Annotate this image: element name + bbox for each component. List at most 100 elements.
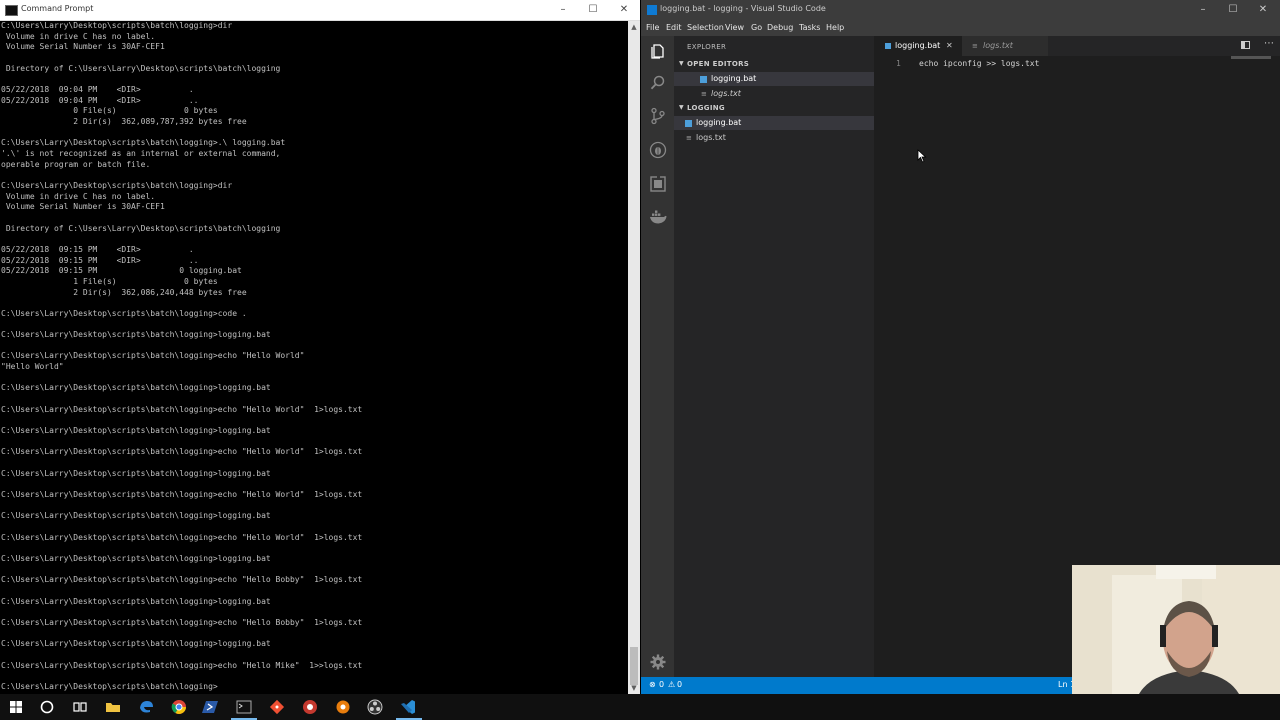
more-actions-icon[interactable]: ⋯	[1264, 38, 1274, 49]
file-explorer-icon[interactable]	[104, 698, 122, 716]
folder-file-item[interactable]: ≡ logs.txt	[674, 131, 874, 145]
open-editor-item[interactable]: logging.bat	[674, 72, 874, 86]
minimap[interactable]	[1231, 56, 1271, 59]
vscode-title-bar[interactable]: logging.bat - logging - Visual Studio Co…	[641, 0, 1280, 20]
scroll-down-arrow-icon[interactable]: ▼	[628, 682, 640, 694]
console-line: 2 Dir(s) 362,089,787,392 bytes free	[1, 116, 247, 126]
cmd-title-bar[interactable]: Command Prompt – ☐ ✕	[0, 0, 640, 21]
console-line: C:\Users\Larry\Desktop\scripts\batch\log…	[1, 138, 286, 148]
console-line: 05/22/2018 09:04 PM <DIR> .	[1, 84, 194, 94]
console-line: Directory of C:\Users\Larry\Desktop\scri…	[1, 63, 281, 73]
folder-title: LOGGING	[687, 104, 725, 112]
open-editor-item[interactable]: ≡ logs.txt	[674, 87, 874, 101]
console-line: Volume Serial Number is 30AF-CEF1	[1, 202, 165, 212]
maximize-button[interactable]: ☐	[580, 2, 606, 18]
folder-section-header[interactable]: ▼ LOGGING	[674, 101, 874, 115]
menu-view[interactable]: View	[725, 23, 744, 32]
mouse-cursor-icon	[917, 149, 927, 163]
windows-start-icon[interactable]	[7, 698, 25, 716]
menu-selection[interactable]: Selection	[687, 23, 724, 32]
extensions-icon[interactable]	[649, 175, 667, 193]
menu-go[interactable]: Go	[751, 23, 762, 32]
vscode-close-button[interactable]: ✕	[1250, 2, 1276, 18]
console-line: 1 File(s) 0 bytes	[1, 276, 218, 286]
split-editor-icon[interactable]	[1241, 41, 1250, 49]
cortana-icon[interactable]	[38, 698, 56, 716]
close-icon[interactable]: ✕	[946, 36, 953, 56]
console-line: 05/22/2018 09:04 PM <DIR> ..	[1, 95, 199, 105]
tab-label: logging.bat	[895, 41, 941, 50]
scroll-up-arrow-icon[interactable]: ▲	[628, 21, 640, 33]
console-line: C:\Users\Larry\Desktop\scripts\batch\log…	[1, 554, 271, 563]
powershell-icon[interactable]	[202, 698, 220, 716]
console-line: C:\Users\Larry\Desktop\scripts\batch\log…	[1, 21, 233, 30]
console-line: 0 File(s) 0 bytes	[1, 106, 218, 116]
console-line: 05/22/2018 09:15 PM <DIR> .	[1, 244, 194, 254]
folder-file-label: logging.bat	[696, 118, 742, 127]
recording-app-icon[interactable]	[301, 698, 319, 716]
docker-icon[interactable]	[649, 208, 667, 226]
console-line: 05/22/2018 09:15 PM <DIR> ..	[1, 255, 199, 265]
command-prompt-window[interactable]: Command Prompt – ☐ ✕ C:\Users\Larry\Desk…	[0, 0, 640, 694]
cmd-app-icon	[5, 5, 18, 16]
menu-file[interactable]: File	[646, 23, 659, 32]
console-line: C:\Users\Larry\Desktop\scripts\batch\log…	[1, 681, 218, 691]
task-view-icon[interactable]	[71, 698, 89, 716]
debug-icon[interactable]	[649, 141, 667, 159]
settings-gear-icon[interactable]	[649, 653, 667, 671]
chevron-down-icon: ▼	[679, 60, 684, 67]
folder-file-item[interactable]: logging.bat	[674, 116, 874, 130]
error-icon[interactable]: ⊗	[649, 680, 656, 689]
menu-edit[interactable]: Edit	[666, 23, 682, 32]
search-icon[interactable]	[649, 74, 667, 92]
menu-help[interactable]: Help	[826, 23, 844, 32]
console-line: '.\' is not recognized as an internal or…	[1, 148, 281, 158]
tab-logging-bat[interactable]: logging.bat ✕	[874, 36, 962, 56]
cmd-console-output[interactable]: C:\Users\Larry\Desktop\scripts\batch\log…	[0, 21, 626, 694]
source-control-icon[interactable]	[649, 107, 667, 125]
edge-browser-icon[interactable]	[137, 698, 155, 716]
cmd-scrollbar[interactable]: ▲ ▼	[628, 21, 640, 694]
folder-file-label: logs.txt	[696, 133, 726, 142]
explorer-heading: EXPLORER	[687, 43, 727, 51]
console-line: C:\Users\Larry\Desktop\scripts\batch\log…	[1, 575, 363, 585]
bat-file-icon	[700, 76, 707, 83]
menu-tasks[interactable]: Tasks	[799, 23, 820, 32]
obs-app-icon[interactable]	[366, 698, 384, 716]
tab-logs-txt[interactable]: ≡ logs.txt	[962, 36, 1048, 56]
chrome-browser-icon[interactable]	[170, 698, 188, 716]
console-line: "Hello World"	[1, 362, 64, 372]
blender-app-icon[interactable]	[334, 698, 352, 716]
console-line: C:\Users\Larry\Desktop\scripts\batch\log…	[1, 351, 305, 361]
vscode-maximize-button[interactable]: ☐	[1220, 2, 1246, 18]
text-file-icon: ≡	[686, 134, 692, 142]
warning-icon[interactable]: ⚠	[668, 680, 675, 689]
console-line: 05/22/2018 09:15 PM 0 logging.bat	[1, 266, 242, 276]
vscode-taskbar-icon[interactable]	[399, 698, 417, 716]
menu-bar: File Edit Selection View Go Debug Tasks …	[641, 20, 1280, 36]
console-line: C:\Users\Larry\Desktop\scripts\batch\log…	[1, 308, 247, 318]
close-button[interactable]: ✕	[611, 2, 637, 18]
command-prompt-taskbar-icon[interactable]	[235, 698, 253, 716]
code-line[interactable]: echo ipconfig >> logs.txt	[919, 59, 1039, 68]
console-line: Volume in drive C has no label.	[1, 191, 156, 201]
minimize-button[interactable]: –	[550, 2, 576, 18]
menu-debug[interactable]: Debug	[767, 23, 793, 32]
console-line: C:\Users\Larry\Desktop\scripts\batch\log…	[1, 639, 271, 649]
console-line: C:\Users\Larry\Desktop\scripts\batch\log…	[1, 532, 363, 542]
console-line: C:\Users\Larry\Desktop\scripts\batch\log…	[1, 330, 271, 340]
open-editors-title: OPEN EDITORS	[687, 60, 750, 68]
open-editors-section-header[interactable]: ▼ OPEN EDITORS	[674, 57, 874, 71]
vscode-minimize-button[interactable]: –	[1190, 2, 1216, 18]
error-count[interactable]: 0	[659, 680, 664, 689]
git-app-icon[interactable]	[268, 698, 286, 716]
console-line: C:\Users\Larry\Desktop\scripts\batch\log…	[1, 660, 363, 670]
text-file-icon: ≡	[701, 90, 707, 98]
warning-count[interactable]: 0	[677, 680, 682, 689]
console-line: C:\Users\Larry\Desktop\scripts\batch\log…	[1, 468, 271, 478]
vscode-app-icon	[647, 5, 657, 15]
explorer-files-icon[interactable]	[649, 42, 667, 60]
explorer-sidebar: EXPLORER ▼ OPEN EDITORS logging.bat ≡ lo…	[674, 36, 874, 677]
tab-label: logs.txt	[983, 41, 1013, 50]
scrollbar-thumb[interactable]	[630, 647, 638, 685]
